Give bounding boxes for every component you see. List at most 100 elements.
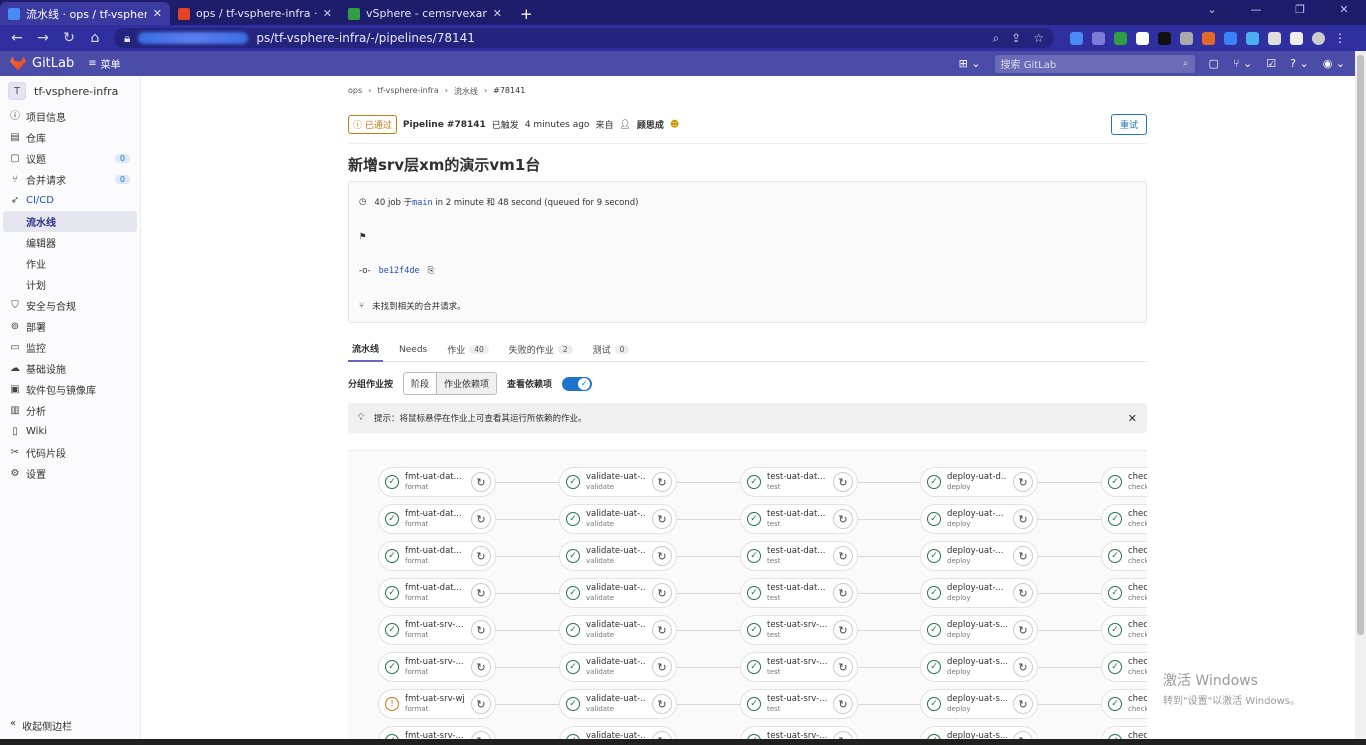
retry-job-icon[interactable]: ↻ [1013,546,1033,566]
retry-job-icon[interactable]: ↻ [471,620,491,640]
retry-job-icon[interactable]: ↻ [1013,694,1033,714]
plus-icon[interactable]: ⊞ ⌄ [959,57,981,70]
breadcrumb-item[interactable]: ops [348,86,362,97]
browser-tab[interactable]: ops / tf-vsphere-infra · GitLab ✕ [170,2,340,25]
sidebar-item[interactable]: 作业 [0,253,140,274]
retry-job-icon[interactable]: ↻ [1013,657,1033,677]
retry-job-icon[interactable]: ↻ [471,657,491,677]
sidebar-item[interactable]: ▯ Wiki [0,421,140,442]
pipeline-job[interactable]: ✓checcheck↻ [1101,578,1147,608]
retry-job-icon[interactable]: ↻ [652,472,672,492]
extension-icon[interactable] [1114,31,1127,45]
group-by-stage-button[interactable]: 阶段 [404,373,438,394]
puzzle-icon[interactable] [1268,31,1281,45]
pipeline-job[interactable]: ✓ validate-uat-...validate ↻ [559,541,677,571]
extension-icon[interactable] [1158,31,1171,45]
sidebar-item[interactable]: ▭ 监控 [0,337,140,358]
pipeline-job[interactable]: ✓ deploy-uat-... deploy ↻ [920,578,1038,608]
retry-job-icon[interactable]: ↻ [471,583,491,603]
pipeline-job[interactable]: ✓ deploy-uat-s...deploy ↻ [920,615,1038,645]
tab-item[interactable]: 流水线 [348,338,384,362]
zoom-icon[interactable]: ⌕ [992,31,999,46]
profile-avatar[interactable] [1312,31,1325,45]
pipeline-job[interactable]: ✓ validate-uat-...validate ↻ [559,689,677,719]
retry-button[interactable]: 重试 [1110,114,1147,135]
pipeline-job[interactable]: ✓ deploy-uat-s...deploy ↻ [920,689,1038,719]
sidebar-item[interactable]: ⊚ 部署 [0,316,140,337]
issues-icon[interactable]: ▢ [1209,57,1219,70]
group-by-needs-button[interactable]: 作业依赖项 [437,373,497,394]
pipeline-job[interactable]: ✓ test-uat-dat... test ↻ [740,578,858,608]
kebab-menu-icon[interactable]: ⋮ [1334,31,1347,45]
close-tab-icon[interactable]: ✕ [493,7,502,20]
pipeline-job[interactable]: ✓ validate-uat-...validate ↻ [559,615,677,645]
pipeline-job[interactable]: ✓ test-uat-dat... test ↻ [740,541,858,571]
pipeline-job[interactable]: ✓checcheck↻ [1101,541,1147,571]
user-name[interactable]: 顾思成 [637,118,664,131]
tab-item[interactable]: 失败的作业 2 [505,338,577,362]
retry-job-icon[interactable]: ↻ [652,657,672,677]
retry-job-icon[interactable]: ↻ [833,509,853,529]
status-badge[interactable]: ⓘ 已通过 [348,115,397,134]
back-button[interactable]: ← [6,27,28,49]
url-input[interactable]: 🔒︎ ps/tf-vsphere-infra/-/pipelines/78141… [114,28,1054,48]
retry-job-icon[interactable]: ↻ [652,546,672,566]
retry-job-icon[interactable]: ↻ [652,620,672,640]
pipeline-job[interactable]: ✓ validate-uat-...validate ↻ [559,504,677,534]
show-dependencies-toggle[interactable] [562,376,593,391]
pipeline-job[interactable]: ✓checcheck↻ [1101,504,1147,534]
pipeline-job[interactable]: ✓ fmt-uat-srv-...format ↻ [378,652,496,682]
pipeline-job[interactable]: ✓ fmt-uat-dat... format ↻ [378,541,496,571]
pipeline-job[interactable]: ! fmt-uat-srv-wj format ↻ [378,689,496,719]
search-input[interactable]: 搜索 GitLab ⌕ [994,54,1195,73]
pipeline-job[interactable]: ✓ test-uat-dat... test ↻ [740,467,858,497]
sidebar-item[interactable]: ▥ 分析 [0,400,140,421]
pipeline-job[interactable]: ✓ validate-uat-...validate ↻ [559,467,677,497]
retry-job-icon[interactable]: ↻ [833,620,853,640]
pipeline-job[interactable]: ✓checcheck↻ [1101,689,1147,719]
pipeline-job[interactable]: ✓ deploy-uat-d... deploy ↻ [920,467,1038,497]
pipeline-job[interactable]: ✓ deploy-uat-s...deploy ↻ [920,652,1038,682]
retry-job-icon[interactable]: ↻ [833,472,853,492]
pipeline-job[interactable]: ✓checcheck↻ [1101,652,1147,682]
sidebar-item[interactable]: ▤ 仓库 [0,127,140,148]
sidebar-item[interactable]: ⛉ 安全与合规 [0,295,140,316]
pipeline-job[interactable]: ✓ test-uat-srv-...test ↻ [740,652,858,682]
retry-job-icon[interactable]: ↻ [1013,583,1033,603]
retry-job-icon[interactable]: ↻ [1013,509,1033,529]
close-icon[interactable]: ✕ [1128,412,1137,425]
help-icon[interactable]: ? ⌄ [1290,57,1309,70]
browser-tab[interactable]: vSphere - cemsrvexample-srv ✕ [340,2,510,25]
sidebar-item[interactable]: 计划 [0,274,140,295]
close-tab-icon[interactable]: ✕ [323,7,332,20]
user-avatar[interactable]: ◉ ⌄ [1323,57,1345,70]
browser-tab[interactable]: 流水线 · ops / tf-vsphere-infra ✕ [0,2,170,25]
retry-job-icon[interactable]: ↻ [471,694,491,714]
sidebar-item[interactable]: 流水线 [3,211,137,232]
sidebar-project[interactable]: T tf-vsphere-infra [0,76,140,106]
extension-icon[interactable] [1202,31,1215,45]
pipeline-job[interactable]: ✓ fmt-uat-dat... format ↻ [378,467,496,497]
copy-icon[interactable]: ⎘ [428,266,435,276]
pipeline-job[interactable]: ✓ test-uat-srv-...test ↻ [740,615,858,645]
extension-icon[interactable] [1092,31,1105,45]
pipeline-job[interactable]: ✓checcheck↻ [1101,467,1147,497]
merge-requests-icon[interactable]: ⑂ ⌄ [1233,57,1252,70]
retry-job-icon[interactable]: ↻ [652,509,672,529]
branch-link[interactable]: main [412,198,432,208]
extension-icon[interactable] [1180,31,1193,45]
todo-icon[interactable]: ☑ [1266,57,1276,70]
commit-sha[interactable]: be12f4de [379,266,420,276]
sidebar-item[interactable]: 编辑器 [0,232,140,253]
reload-button[interactable]: ↻ [58,27,80,49]
retry-job-icon[interactable]: ↻ [652,694,672,714]
breadcrumb-item[interactable]: tf-vsphere-infra [377,86,438,97]
retry-job-icon[interactable]: ↻ [833,546,853,566]
chevron-down-icon[interactable]: ⌄ [1190,0,1234,20]
tab-item[interactable]: 测试 0 [589,338,634,362]
sidebar-item[interactable]: ⚙ 设置 [0,463,140,484]
retry-job-icon[interactable]: ↻ [471,546,491,566]
star-icon[interactable]: ☆ [1033,31,1044,46]
user-avatar[interactable]: 👤︎ [619,120,630,130]
menu-button[interactable]: ≡ 菜单 [88,56,120,71]
